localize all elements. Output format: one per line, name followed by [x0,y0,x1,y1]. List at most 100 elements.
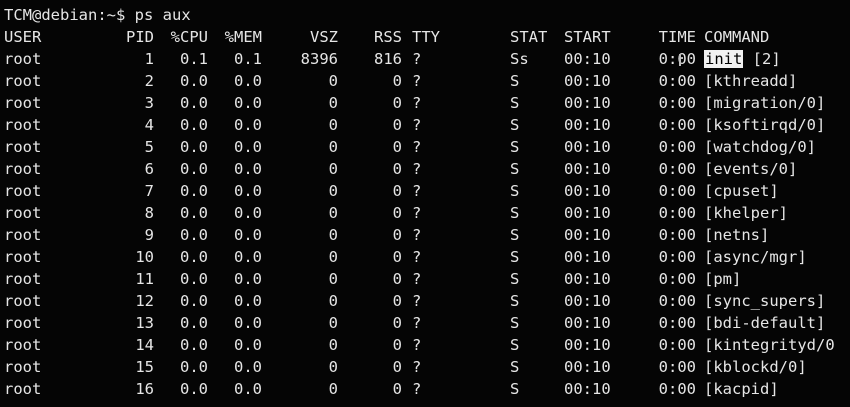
cell-command: [pm] [704,268,741,290]
cell-start: 00:10 [564,292,611,310]
cell-start: 00:10 [564,314,611,332]
cell-vsz: 0 [328,358,338,376]
cell-rss: 0 [392,248,402,266]
cell-stat: S [510,94,520,112]
cell-tty: ? [412,182,422,200]
command-args: [events/0] [704,160,798,178]
cell-rss: 0 [392,226,402,244]
cell-rss: 0 [392,94,402,112]
header-vsz: VSZ [310,28,338,46]
cell-time: 0:00 [658,380,696,398]
cell-command: [kacpid] [704,378,779,400]
cell-rss: 0 [392,116,402,134]
cell-tty: ? [412,204,422,222]
cell-cpu: 0.0 [180,270,208,288]
cell-time: 0:00 [658,72,696,90]
cell-tty: ? [412,72,422,90]
table-row: root 8 0.0 0.0 0 0? S 00:10 0:00 [khelper] [0,202,850,224]
cell-time: 0:00 [658,182,696,200]
table-row: root 1 0.1 0.1 8396 816? Ss 00:10 0:00 init [2] [0,48,850,70]
cell-pid: 2 [144,72,154,90]
header-rss: RSS [374,28,402,46]
cell-vsz: 0 [328,204,338,222]
cell-start: 00:10 [564,138,611,156]
cell-user: root [4,336,42,354]
command-args: [kintegrityd/0 [704,336,835,354]
cell-command: [kintegrityd/0 [704,334,835,356]
cell-user: root [4,204,42,222]
command-args: [khelper] [704,204,788,222]
cell-user: root [4,226,42,244]
cell-time: 0:00 [658,336,696,354]
table-row: root 15 0.0 0.0 0 0? S 00:10 0:00 [kblockd/0] [0,356,850,378]
command-args: [ksoftirqd/0] [704,116,826,134]
cell-mem: 0.1 [234,50,262,68]
command-args: [migration/0] [704,94,826,112]
cell-time: 0:00 [658,226,696,244]
table-row: root 9 0.0 0.0 0 0? S 00:10 0:00 [netns] [0,224,850,246]
cell-pid: 10 [135,248,154,266]
cell-mem: 0.0 [234,292,262,310]
table-row: root 4 0.0 0.0 0 0? S 00:10 0:00 [ksoftirqd/0] [0,114,850,136]
cell-cpu: 0.1 [180,50,208,68]
cell-cpu: 0.0 [180,380,208,398]
cell-vsz: 0 [328,72,338,90]
cell-command: [ksoftirqd/0] [704,114,825,136]
process-list: root 1 0.1 0.1 8396 816? Ss 00:10 0:00 init [2] ro… [0,48,850,400]
command-args: [pm] [704,270,742,288]
cell-start: 00:10 [564,380,611,398]
cell-tty: ? [412,94,422,112]
cell-user: root [4,380,42,398]
table-row: root 14 0.0 0.0 0 0? S 00:10 0:00 [kintegrityd/0 [0,334,850,356]
cell-pid: 8 [144,204,154,222]
command-args: [cpuset] [704,182,779,200]
cell-start: 00:10 [564,94,611,112]
cell-vsz: 0 [328,138,338,156]
cell-mem: 0.0 [234,380,262,398]
cell-stat: S [510,380,520,398]
cell-cpu: 0.0 [180,116,208,134]
cell-cpu: 0.0 [180,292,208,310]
cell-stat: S [510,270,520,288]
cell-user: root [4,314,42,332]
command-args: [bdi-default] [704,314,826,332]
cell-rss: 0 [392,336,402,354]
cell-rss: 816 [374,50,402,68]
cell-mem: 0.0 [234,336,262,354]
cell-mem: 0.0 [234,204,262,222]
cell-tty: ? [412,248,422,266]
cell-tty: ? [412,50,422,68]
cell-command: [netns] [704,224,769,246]
cell-mem: 0.0 [234,94,262,112]
cell-rss: 0 [392,292,402,310]
cell-mem: 0.0 [234,160,262,178]
command-args: [kacpid] [704,380,779,398]
cell-time: 0:00 [658,160,696,178]
cell-tty: ? [412,226,422,244]
terminal-window[interactable]: TCM@debian:~$ ps aux USER PID %CPU %MEM … [0,0,850,407]
cell-mem: 0.0 [234,116,262,134]
cell-rss: 0 [392,380,402,398]
cell-pid: 3 [144,94,154,112]
cell-user: root [4,72,42,90]
cell-command: [bdi-default] [704,312,825,334]
cell-user: root [4,116,42,134]
table-row: root 10 0.0 0.0 0 0? S 00:10 0:00 [async/mgr] [0,246,850,268]
table-row: root 2 0.0 0.0 0 0? S 00:10 0:00 [kthreadd] [0,70,850,92]
cell-pid: 11 [135,270,154,288]
cell-mem: 0.0 [234,270,262,288]
cell-pid: 15 [135,358,154,376]
cell-tty: ? [412,314,422,332]
header-start: START [564,28,611,46]
table-row: root 12 0.0 0.0 0 0? S 00:10 0:00 [sync_supers] [0,290,850,312]
cell-rss: 0 [392,314,402,332]
cell-cpu: 0.0 [180,160,208,178]
cell-mem: 0.0 [234,226,262,244]
cell-start: 00:10 [564,270,611,288]
cell-user: root [4,292,42,310]
cell-mem: 0.0 [234,314,262,332]
cell-rss: 0 [392,160,402,178]
prompt-text: TCM@debian:~$ [4,6,126,24]
command-text: ps aux [134,6,191,24]
cell-time: 0:00 [658,116,696,134]
